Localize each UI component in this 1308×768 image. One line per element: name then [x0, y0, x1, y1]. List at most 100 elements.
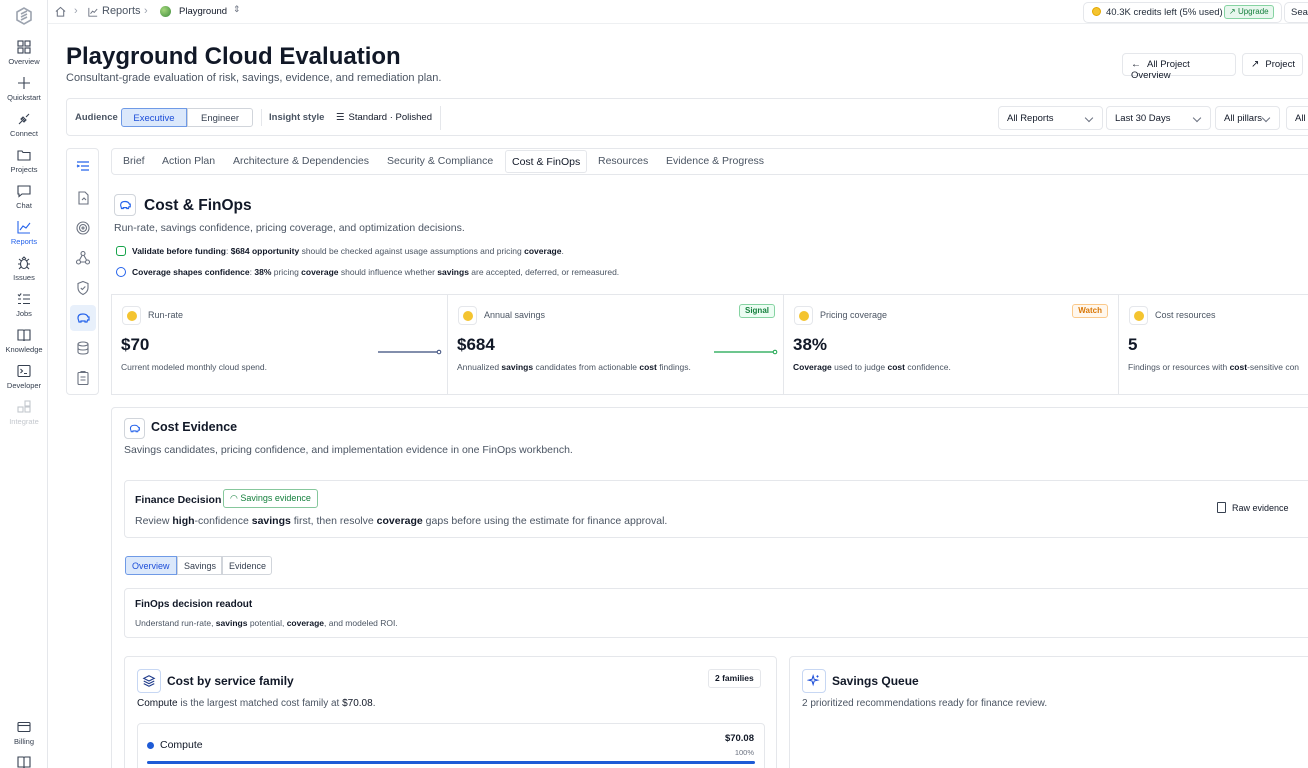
raw-evidence-button[interactable]: Raw evidence: [1217, 499, 1289, 519]
nav-projects[interactable]: Projects: [0, 148, 48, 182]
subtab-savings[interactable]: Savings: [177, 556, 222, 575]
credits-indicator[interactable]: 40.3K credits left (5% used) ↗ Upgrade: [1083, 2, 1282, 23]
coin-icon: [1092, 7, 1101, 16]
date-range-select[interactable]: Last 30 Days: [1106, 106, 1211, 130]
project-button[interactable]: ↗ Project: [1242, 53, 1303, 76]
card-icon: [17, 721, 31, 733]
page-title: Playground Cloud Evaluation: [66, 43, 401, 70]
chat-icon: [17, 185, 31, 198]
reports-select[interactable]: All Reports: [998, 106, 1103, 130]
status-badge: Signal: [738, 304, 775, 318]
chart-line-icon: [17, 221, 31, 234]
nav-integrate[interactable]: Integrate: [0, 400, 48, 434]
finance-decision-card: Finance Decision ◠ Savings evidence Revi…: [124, 480, 1308, 538]
nav-jobs[interactable]: Jobs: [0, 292, 48, 326]
insight-style-select[interactable]: ☰ Standard · Polished: [330, 106, 441, 130]
nav-docs[interactable]: [0, 755, 48, 768]
plus-icon: [18, 77, 30, 89]
audience-executive[interactable]: Executive: [121, 108, 187, 127]
service-percent: 100%: [734, 748, 754, 757]
database-icon[interactable]: [75, 340, 91, 356]
piggy-bank-icon: [124, 418, 145, 439]
nav-issues[interactable]: Issues: [0, 256, 48, 290]
tab-brief[interactable]: Brief: [123, 155, 145, 167]
metric-value: 5: [1128, 335, 1138, 354]
clipboard-icon[interactable]: [75, 370, 91, 386]
chevron-updown-icon[interactable]: ⇕: [233, 4, 241, 15]
finops-readout-card: FinOps decision readout Understand run-r…: [124, 588, 1308, 638]
more-select[interactable]: All: [1286, 106, 1308, 130]
subtab-overview[interactable]: Overview: [125, 556, 177, 575]
nav-connect[interactable]: Connect: [0, 112, 48, 146]
arrow-left-icon: ←: [1131, 59, 1141, 70]
audience-engineer[interactable]: Engineer: [187, 108, 253, 127]
document-icon[interactable]: [75, 190, 91, 206]
target-icon[interactable]: [75, 220, 91, 236]
metric-cost-resources: Cost resources 5 Findings or resources w…: [1119, 295, 1308, 395]
toc-icon[interactable]: [75, 158, 91, 174]
breadcrumb-reports[interactable]: Reports: [102, 5, 141, 17]
coin-icon: [794, 306, 813, 325]
tab-resources[interactable]: Resources: [598, 155, 648, 167]
subtab-evidence[interactable]: Evidence: [222, 556, 272, 575]
nav-label: Jobs: [16, 309, 32, 318]
check-icon: [116, 246, 126, 256]
metric-annual-savings: Annual savings Signal $684 Annualized sa…: [448, 295, 784, 395]
home-icon[interactable]: [55, 6, 66, 17]
nav-reports[interactable]: Reports: [0, 220, 48, 254]
tab-action-plan[interactable]: Action Plan: [162, 155, 215, 167]
pillars-value: All pillars: [1224, 113, 1263, 124]
breadcrumb-project[interactable]: Playground: [179, 6, 227, 17]
credits-text: 40.3K credits left (5% used): [1106, 7, 1223, 18]
service-title: Cost by service family: [167, 674, 294, 688]
upgrade-label: Upgrade: [1237, 7, 1269, 16]
metric-label: Annual savings: [484, 310, 546, 320]
section-title: Cost & FinOps: [144, 197, 252, 214]
nav-label: Reports: [10, 237, 38, 246]
callout-text: should influence whether: [338, 267, 438, 277]
app-logo[interactable]: [13, 5, 35, 27]
nav-label: Connect: [10, 129, 38, 138]
tab-cost-finops[interactable]: Cost & FinOps: [505, 150, 588, 173]
callout-emphasis: coverage: [301, 267, 339, 277]
metric-description: Annualized savings candidates from actio…: [457, 362, 691, 372]
nav-overview[interactable]: Overview: [0, 40, 48, 74]
nav-billing[interactable]: Billing: [0, 720, 48, 754]
nav-label: Chat: [16, 201, 32, 210]
divider: [261, 109, 262, 126]
callout-emphasis: 38%: [254, 267, 272, 277]
panel-subtitle: Savings candidates, pricing confidence, …: [124, 444, 573, 456]
search-button[interactable]: Search: [1284, 2, 1308, 23]
tab-evidence-progress[interactable]: Evidence & Progress: [666, 155, 764, 167]
tab-architecture[interactable]: Architecture & Dependencies: [233, 155, 369, 167]
sparkline: [378, 349, 442, 355]
section-rail: [66, 148, 99, 395]
tab-security[interactable]: Security & Compliance: [387, 155, 493, 167]
nav-knowledge[interactable]: Knowledge: [0, 328, 48, 362]
families-badge: 2 families: [708, 669, 761, 688]
book-icon: [17, 329, 31, 342]
piggy-bank-icon[interactable]: [70, 305, 96, 331]
all-project-overview-button[interactable]: ← All Project Overview: [1122, 53, 1236, 81]
nav-quickstart[interactable]: Quickstart: [0, 76, 48, 110]
callout-validate: Validate before funding: $684 opportunit…: [116, 246, 564, 256]
service-value: $70.08: [724, 733, 754, 744]
pillars-select[interactable]: All pillars: [1215, 106, 1280, 130]
insight-style-label: Insight style: [269, 112, 325, 123]
page-subtitle: Consultant-grade evaluation of risk, sav…: [66, 72, 442, 84]
integrate-icon: [17, 400, 31, 413]
shield-icon[interactable]: [75, 280, 91, 296]
metric-value: 38%: [793, 335, 828, 354]
queue-description: 2 prioritized recommendations ready for …: [802, 698, 1048, 709]
series-dot: [147, 742, 154, 749]
nav-developer[interactable]: Developer: [0, 364, 48, 398]
service-row: Compute $70.08 100%: [137, 723, 765, 768]
readout-title: FinOps decision readout: [135, 599, 253, 610]
metric-description: Findings or resources with cost-sensitiv…: [1128, 362, 1300, 372]
upgrade-button[interactable]: ↗ Upgrade: [1224, 5, 1274, 19]
layers-icon: [137, 669, 161, 693]
nav-chat[interactable]: Chat: [0, 184, 48, 218]
left-nav: Overview Quickstart Connect Projects Cha…: [0, 0, 48, 768]
network-icon[interactable]: [75, 250, 91, 266]
nav-label: Issues: [13, 273, 35, 282]
